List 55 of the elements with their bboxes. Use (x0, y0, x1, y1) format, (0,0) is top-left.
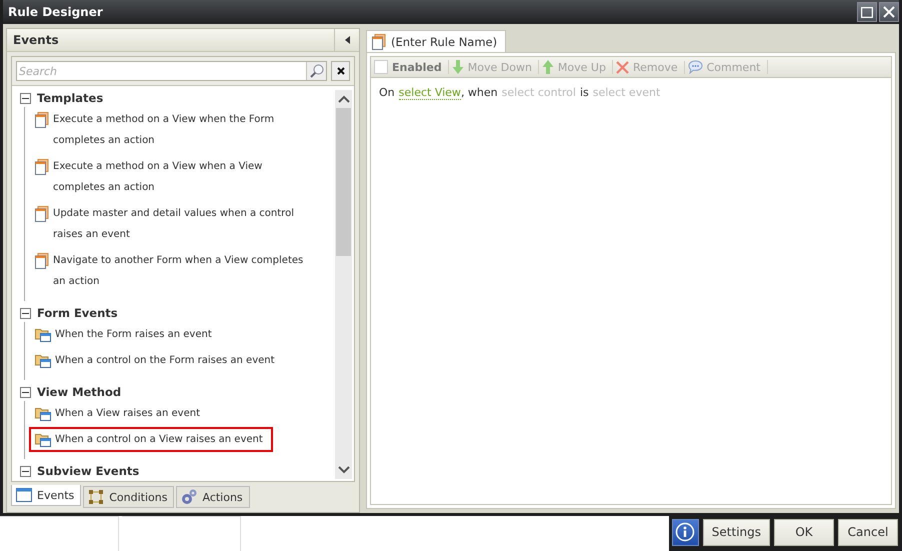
event-item[interactable]: When a control on the Form raises an event (29, 348, 285, 373)
group-label: View Method (37, 385, 122, 399)
event-item[interactable]: Execute a method on a View when the Form completes an action (29, 107, 319, 153)
event-item[interactable]: When a View raises an event (29, 401, 210, 426)
dialog-button[interactable]: OK (774, 518, 834, 546)
collapse-toggle[interactable] (20, 466, 31, 476)
window-title: Rule Designer (7, 5, 103, 19)
event-item[interactable]: Navigate to another Form when a View completes an action (29, 248, 319, 294)
magnifier-icon (310, 64, 324, 78)
event-item[interactable]: Update master and detail values when a control raises an event (29, 201, 319, 247)
event-item[interactable]: When a control on a View raises an event (29, 427, 273, 452)
info-button[interactable] (672, 518, 699, 546)
nodes-icon (88, 489, 104, 505)
panel-tab[interactable]: Actions (176, 486, 250, 508)
folder-window-icon (35, 406, 51, 421)
speech-bubble-icon (688, 60, 703, 74)
document-icon (35, 206, 49, 222)
window-icon (16, 488, 32, 502)
dialog-button[interactable]: Settings (702, 518, 770, 546)
panel-tab[interactable]: Conditions (83, 486, 174, 508)
folder-window-icon (35, 432, 51, 447)
cross-icon (616, 60, 629, 74)
document-icon (35, 112, 49, 128)
folder-window-icon (35, 327, 51, 342)
down-arrow-icon (452, 60, 464, 74)
rule-sentence: On select View, when select control is select event (379, 86, 662, 100)
panel-title: Events (12, 33, 59, 47)
search-icon[interactable] (306, 62, 326, 80)
document-icon (372, 34, 386, 50)
maximize-button[interactable] (857, 2, 877, 22)
clear-button[interactable] (331, 61, 350, 81)
document-icon (35, 159, 49, 175)
event-item[interactable]: Execute a method on a View when a View completes an action (29, 154, 319, 200)
scrollbar[interactable] (335, 90, 352, 479)
rule-tab[interactable]: (Enter Rule Name) (366, 30, 506, 52)
group-label: Subview Events (37, 464, 140, 478)
search-field[interactable]: Search (16, 61, 327, 81)
collapse-toggle[interactable] (20, 386, 31, 398)
dialog-button[interactable]: Cancel (838, 518, 898, 546)
document-icon (35, 253, 49, 269)
close-icon (883, 6, 895, 18)
collapse-arrow-icon (344, 36, 350, 44)
group-label: Templates (37, 91, 104, 105)
collapse-toggle[interactable] (20, 92, 31, 104)
close-icon (336, 67, 344, 75)
event-item[interactable]: When the Form raises an event (29, 322, 222, 347)
folder-window-icon (35, 353, 51, 368)
gears-icon (181, 489, 198, 505)
close-button[interactable] (879, 2, 899, 22)
maximize-icon (861, 6, 873, 18)
group-label: Form Events (37, 306, 118, 320)
up-arrow-icon (542, 60, 554, 74)
panel-tab[interactable]: Events (11, 485, 82, 506)
enabled-checkbox[interactable]: Enabled (371, 60, 449, 74)
collapse-toggle[interactable] (20, 308, 31, 318)
